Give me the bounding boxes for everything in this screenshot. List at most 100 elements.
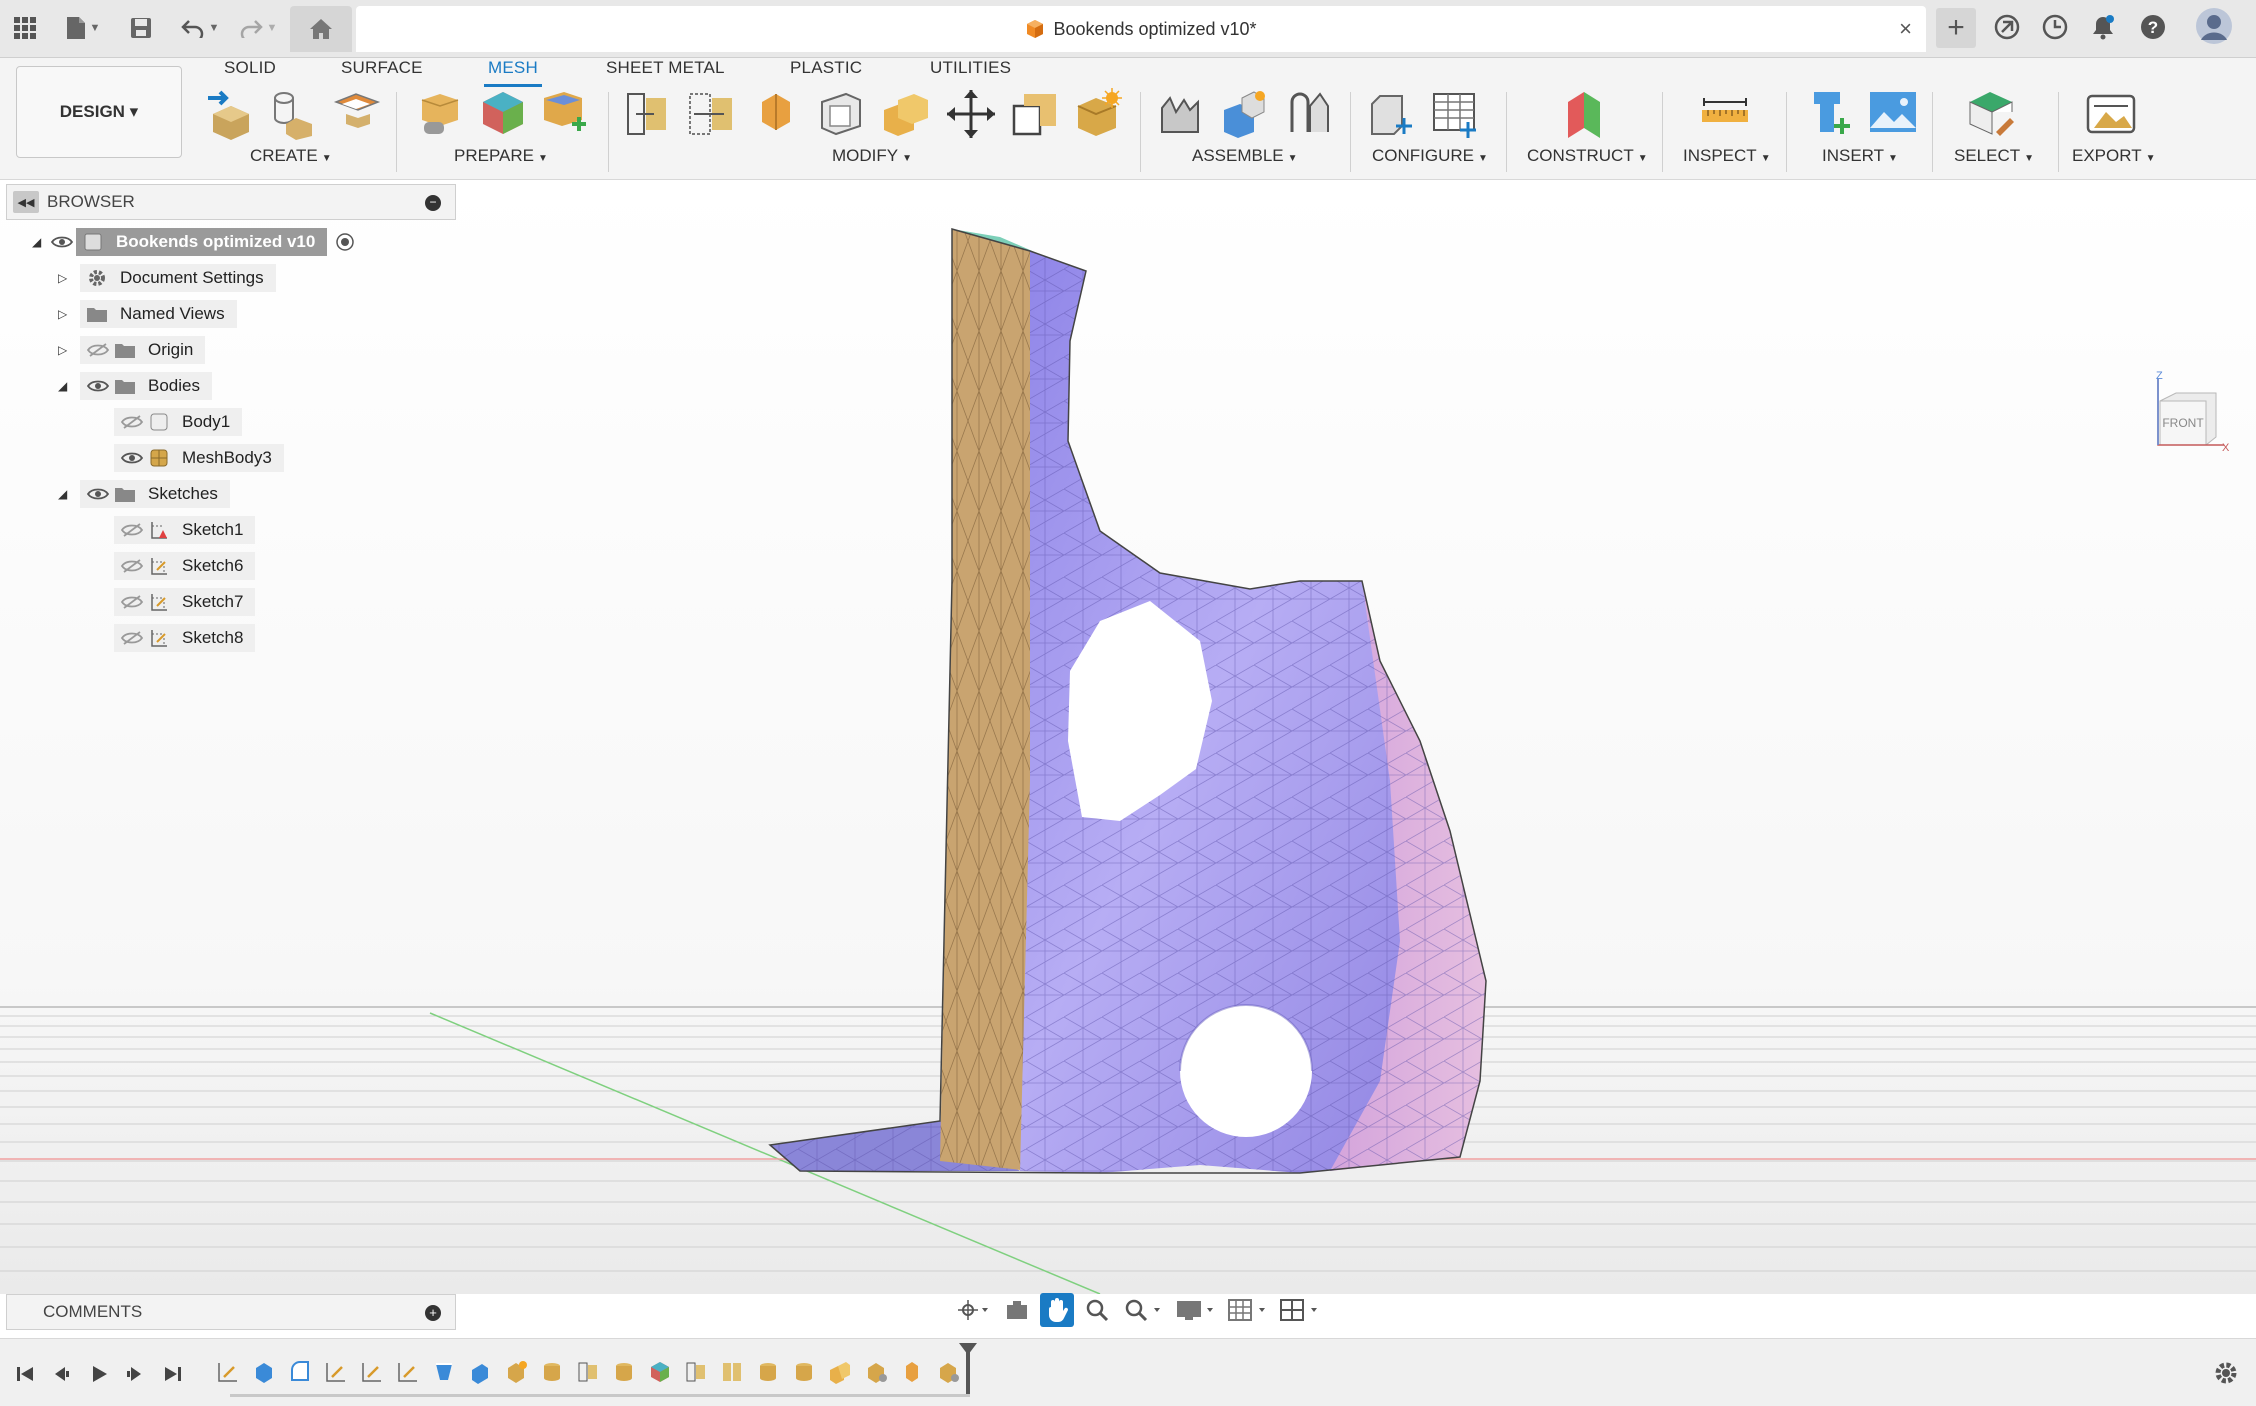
configure-menu[interactable]: CONFIGURE ▼ bbox=[1372, 146, 1488, 166]
visibility-eye-icon[interactable] bbox=[118, 447, 146, 469]
select-icon[interactable] bbox=[1966, 88, 2016, 140]
timeline-mesh-icon[interactable] bbox=[610, 1357, 638, 1387]
create-menu[interactable]: CREATE ▼ bbox=[250, 146, 332, 166]
zoom-window-icon[interactable] bbox=[1120, 1293, 1166, 1327]
expand-triangle-icon[interactable]: ▷ bbox=[58, 343, 74, 357]
remesh-icon[interactable] bbox=[478, 88, 528, 140]
timeline-sketch-icon[interactable] bbox=[358, 1357, 386, 1387]
display-settings-icon[interactable] bbox=[1172, 1293, 1218, 1327]
comments-panel[interactable]: COMMENTS + bbox=[6, 1294, 456, 1330]
app-grid-icon[interactable] bbox=[10, 8, 40, 48]
timeline-reverse-normal-icon[interactable] bbox=[898, 1357, 926, 1387]
document-tab[interactable]: Bookends optimized v10* × bbox=[356, 6, 1926, 52]
expand-triangle-icon[interactable]: ▷ bbox=[58, 307, 74, 321]
new-tab-button[interactable]: + bbox=[1936, 8, 1976, 48]
reverse-normal-icon[interactable] bbox=[752, 88, 802, 140]
create-face-group-icon[interactable] bbox=[332, 88, 382, 140]
home-icon[interactable] bbox=[290, 6, 352, 52]
export-icon[interactable] bbox=[2086, 88, 2136, 140]
hidden-eye-icon[interactable] bbox=[118, 411, 146, 433]
tab-solid[interactable]: SOLID bbox=[224, 58, 276, 84]
as-built-joint-icon[interactable] bbox=[1284, 88, 1334, 140]
timeline-sketch-icon[interactable] bbox=[214, 1357, 242, 1387]
collapse-triangle-icon[interactable]: ◢ bbox=[32, 235, 48, 249]
collapse-triangle-icon[interactable]: ◢ bbox=[58, 487, 74, 501]
hidden-eye-icon[interactable] bbox=[84, 339, 112, 361]
tree-item-sketch8[interactable]: Sketch8 bbox=[114, 624, 256, 652]
assemble-menu[interactable]: ASSEMBLE ▼ bbox=[1192, 146, 1298, 166]
undo-icon[interactable]: ▼ bbox=[176, 8, 224, 48]
joint-icon[interactable] bbox=[1220, 88, 1270, 140]
tree-item-sketch7[interactable]: Sketch7 bbox=[114, 588, 256, 616]
tree-item-body1[interactable]: Body1 bbox=[114, 408, 243, 436]
view-cube[interactable]: FRONT Z X bbox=[2150, 370, 2230, 466]
timeline-plane-cut-icon[interactable] bbox=[574, 1357, 602, 1387]
construct-menu[interactable]: CONSTRUCT ▼ bbox=[1527, 146, 1648, 166]
timeline-mesh-icon[interactable] bbox=[502, 1357, 530, 1387]
step-back-icon[interactable] bbox=[46, 1359, 76, 1389]
browser-minimize-button[interactable]: − bbox=[425, 195, 441, 211]
inspect-menu[interactable]: INSPECT ▼ bbox=[1683, 146, 1771, 166]
tree-root[interactable]: ◢ Bookends optimized v10 bbox=[32, 228, 359, 256]
expand-triangle-icon[interactable]: ▷ bbox=[58, 271, 74, 285]
pan-hand-icon[interactable] bbox=[1040, 1293, 1074, 1327]
hidden-eye-icon[interactable] bbox=[118, 519, 146, 541]
tree-item-bodies[interactable]: ◢ Bodies bbox=[58, 372, 212, 400]
timeline-mesh-icon[interactable] bbox=[754, 1357, 782, 1387]
go-to-end-icon[interactable] bbox=[158, 1359, 188, 1389]
timeline-sketch-icon[interactable] bbox=[394, 1357, 422, 1387]
timeline-mesh-icon[interactable] bbox=[538, 1357, 566, 1387]
tree-item-origin[interactable]: ▷ Origin bbox=[58, 336, 206, 364]
collapse-browser-icon[interactable]: ◀◀ bbox=[13, 191, 39, 213]
tree-item-meshbody3[interactable]: MeshBody3 bbox=[114, 444, 284, 472]
timeline-fillet-icon[interactable] bbox=[286, 1357, 314, 1387]
prepare-menu[interactable]: PREPARE ▼ bbox=[454, 146, 548, 166]
zoom-icon[interactable] bbox=[1080, 1293, 1114, 1327]
convert-mesh-icon[interactable] bbox=[1072, 88, 1122, 140]
help-icon[interactable]: ? bbox=[2138, 12, 2168, 42]
grid-settings-icon[interactable] bbox=[1224, 1293, 1270, 1327]
generate-face-groups-icon[interactable] bbox=[540, 88, 590, 140]
shell-icon[interactable] bbox=[816, 88, 866, 140]
timeline-settings-gear-icon[interactable] bbox=[2212, 1359, 2240, 1392]
select-menu[interactable]: SELECT ▼ bbox=[1954, 146, 2034, 166]
visibility-eye-icon[interactable] bbox=[84, 483, 112, 505]
hidden-eye-icon[interactable] bbox=[118, 591, 146, 613]
configuration-table-icon[interactable] bbox=[1430, 88, 1480, 140]
timeline-split-icon[interactable] bbox=[430, 1357, 458, 1387]
combine-icon[interactable] bbox=[880, 88, 930, 140]
tree-item-named-views[interactable]: ▷ Named Views bbox=[58, 300, 237, 328]
timeline-mesh-icon[interactable] bbox=[790, 1357, 818, 1387]
visibility-eye-icon[interactable] bbox=[48, 231, 76, 253]
offset-plane-icon[interactable] bbox=[1560, 88, 1610, 140]
tree-item-document-settings[interactable]: ▷ Document Settings bbox=[58, 264, 276, 292]
go-to-start-icon[interactable] bbox=[10, 1359, 40, 1389]
file-menu-icon[interactable]: ▼ bbox=[58, 8, 108, 48]
tab-utilities[interactable]: UTILITIES bbox=[930, 58, 1011, 84]
timeline-extrude-icon[interactable] bbox=[250, 1357, 278, 1387]
viewports-icon[interactable] bbox=[1276, 1293, 1322, 1327]
look-at-icon[interactable] bbox=[1000, 1293, 1034, 1327]
timeline-marker[interactable] bbox=[959, 1343, 977, 1395]
tab-sheet-metal[interactable]: SHEET METAL bbox=[606, 58, 725, 84]
hidden-eye-icon[interactable] bbox=[118, 555, 146, 577]
3d-viewport[interactable]: FRONT Z X bbox=[0, 181, 2256, 1295]
timeline-sketch-icon[interactable] bbox=[322, 1357, 350, 1387]
visibility-eye-icon[interactable] bbox=[84, 375, 112, 397]
configure-design-icon[interactable] bbox=[1366, 88, 1416, 140]
insert-menu[interactable]: INSERT ▼ bbox=[1822, 146, 1898, 166]
tree-item-sketch1[interactable]: Sketch1 bbox=[114, 516, 256, 544]
hidden-eye-icon[interactable] bbox=[118, 627, 146, 649]
active-radio-icon[interactable] bbox=[331, 231, 359, 253]
insert-mesh-icon[interactable] bbox=[206, 88, 256, 140]
insert-derive-icon[interactable] bbox=[1804, 88, 1854, 140]
add-comment-button[interactable]: + bbox=[425, 1305, 441, 1321]
export-menu[interactable]: EXPORT ▼ bbox=[2072, 146, 2156, 166]
user-avatar[interactable] bbox=[2194, 6, 2234, 46]
tree-item-sketches[interactable]: ◢ Sketches bbox=[58, 480, 230, 508]
redo-icon[interactable]: ▼ bbox=[234, 8, 282, 48]
new-component-icon[interactable] bbox=[1156, 88, 1206, 140]
timeline-plane-cut-icon[interactable] bbox=[682, 1357, 710, 1387]
modify-menu[interactable]: MODIFY ▼ bbox=[832, 146, 912, 166]
save-icon[interactable] bbox=[126, 8, 156, 48]
